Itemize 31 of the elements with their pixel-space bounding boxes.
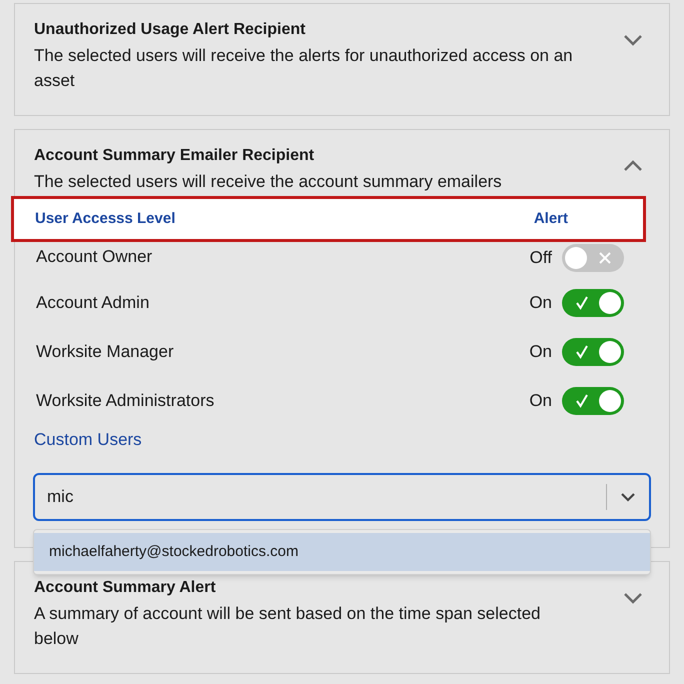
chevron-down-icon[interactable] xyxy=(621,492,635,502)
toggle-state-label: On xyxy=(529,340,552,363)
dropdown-option[interactable]: michaelfaherty@stockedrobotics.com xyxy=(34,533,650,571)
user-search-select[interactable]: mic xyxy=(33,473,651,521)
toggle-switch[interactable] xyxy=(562,288,624,316)
row-label: Worksite Manager xyxy=(36,340,174,363)
check-icon xyxy=(575,296,589,310)
chevron-down-icon[interactable] xyxy=(623,592,643,604)
toggle-switch[interactable] xyxy=(562,338,624,366)
row-label: Worksite Administrators xyxy=(36,390,214,412)
row-label: Account Owner xyxy=(36,246,152,268)
check-icon xyxy=(575,394,589,408)
column-header: Alert xyxy=(534,208,568,229)
toggle-state-label: On xyxy=(529,390,552,412)
column-header: User Accesss Level xyxy=(35,208,176,229)
section-title: Account Summary Emailer Recipient xyxy=(34,146,316,166)
row-label: Account Admin xyxy=(36,292,150,314)
section-title: Account Summary Alert xyxy=(34,578,217,598)
chevron-down-icon[interactable] xyxy=(623,34,643,46)
chevron-up-icon[interactable] xyxy=(623,160,643,172)
toggle-switch[interactable] xyxy=(562,244,624,272)
section-description: A summary of account will be sent based on the time span selected below xyxy=(34,603,542,650)
toggle-state-label: On xyxy=(529,292,552,314)
section-description: The selected users will receive the alerts for unauthorized access on an asset xyxy=(34,45,574,92)
check-icon xyxy=(575,344,589,358)
section-title: Unauthorized Usage Alert Recipient xyxy=(34,20,306,40)
custom-users-label: Custom Users xyxy=(34,430,142,449)
section-description: The selected users will receive the account summary emailers xyxy=(34,171,503,193)
x-icon xyxy=(599,252,611,264)
toggle-switch[interactable] xyxy=(562,386,624,414)
toggle-state-label: Off xyxy=(530,247,552,270)
